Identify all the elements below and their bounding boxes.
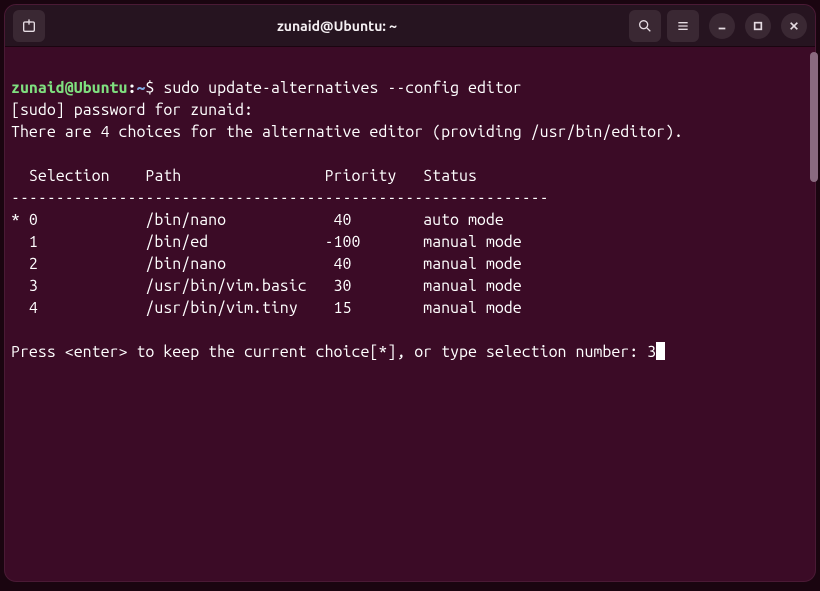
new-tab-button[interactable] (13, 10, 45, 42)
close-button[interactable] (781, 13, 807, 39)
search-icon (637, 18, 653, 34)
table-row: 3 /usr/bin/vim.basic 30 manual mode (11, 277, 522, 295)
table-row: 4 /usr/bin/vim.tiny 15 manual mode (11, 299, 522, 317)
typed-input: 3 (647, 343, 656, 361)
prompt-line: zunaid@Ubuntu:~$ sudo update-alternative… (11, 79, 522, 97)
minimize-button[interactable] (709, 13, 735, 39)
maximize-button[interactable] (745, 13, 771, 39)
hamburger-icon (675, 18, 691, 34)
close-icon (789, 21, 799, 31)
prompt-dollar: $ (145, 79, 154, 97)
search-button[interactable] (629, 10, 661, 42)
cursor (656, 342, 665, 360)
table-header: Selection Path Priority Status (11, 167, 477, 185)
command-text: sudo update-alternatives --config editor (163, 79, 521, 97)
window-title: zunaid@Ubuntu: ~ (51, 18, 623, 34)
menu-button[interactable] (667, 10, 699, 42)
table-separator: ----------------------------------------… (11, 189, 549, 207)
new-tab-icon (21, 18, 37, 34)
table-row: 2 /bin/nano 40 manual mode (11, 255, 522, 273)
minimize-icon (717, 21, 727, 31)
maximize-icon (753, 21, 763, 31)
selection-prompt: Press <enter> to keep the current choice… (11, 343, 665, 361)
terminal-body[interactable]: zunaid@Ubuntu:~$ sudo update-alternative… (5, 47, 815, 581)
titlebar: zunaid@Ubuntu: ~ (5, 5, 815, 47)
table-row: * 0 /bin/nano 40 auto mode (11, 211, 504, 229)
sudo-password-line: [sudo] password for zunaid: (11, 101, 253, 119)
terminal-window: zunaid@Ubuntu: ~ (4, 4, 816, 582)
intro-line: There are 4 choices for the alternative … (11, 123, 683, 141)
scrollbar-thumb[interactable] (810, 52, 816, 182)
prompt-userhost: zunaid@Ubuntu (11, 79, 127, 97)
selection-prompt-text: Press <enter> to keep the current choice… (11, 343, 647, 361)
table-row: 1 /bin/ed -100 manual mode (11, 233, 522, 251)
